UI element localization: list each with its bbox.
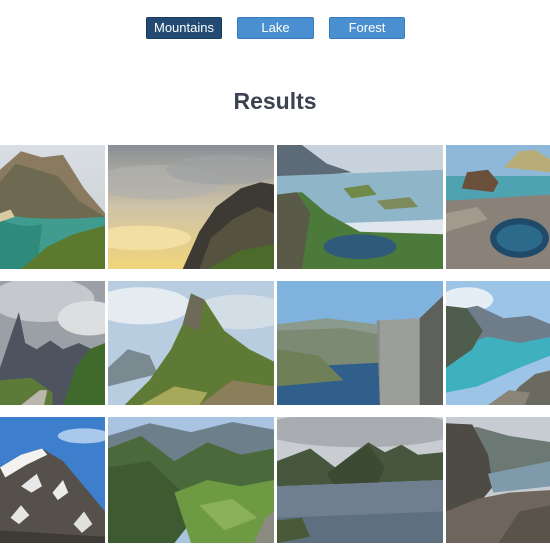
gallery-page: Mountains Lake Forest Results bbox=[0, 0, 550, 550]
gallery-image-rocky-peak-at-sunset[interactable] bbox=[108, 145, 274, 269]
filter-bar: Mountains Lake Forest bbox=[0, 17, 550, 39]
gallery-image-green-ridge-peak[interactable] bbox=[108, 281, 274, 405]
image-grid bbox=[0, 145, 550, 550]
gallery-image-snowy-rock-face[interactable] bbox=[0, 417, 105, 543]
gallery-image-jagged-peaks-with-road[interactable] bbox=[0, 281, 105, 405]
gallery-image-mountain-lake-islands[interactable] bbox=[277, 417, 443, 543]
gallery-image-cliff-plateau-over-fjord[interactable] bbox=[277, 281, 443, 405]
results-heading: Results bbox=[233, 88, 317, 114]
filter-mountains-button[interactable]: Mountains bbox=[146, 17, 222, 39]
gallery-image-rocky-cliffs-over-lake[interactable] bbox=[446, 417, 550, 543]
filter-forest-button[interactable]: Forest bbox=[329, 17, 405, 39]
filter-lake-button[interactable]: Lake bbox=[237, 17, 314, 39]
gallery-image-green-valley-mountains[interactable] bbox=[108, 417, 274, 543]
gallery-image-lakes-and-islands[interactable] bbox=[277, 145, 443, 269]
gallery-image-cliff-over-turquoise-bay[interactable] bbox=[0, 145, 105, 269]
gallery-image-turquoise-fjord[interactable] bbox=[446, 281, 550, 405]
gallery-image-coastal-rock-pools[interactable] bbox=[446, 145, 550, 269]
